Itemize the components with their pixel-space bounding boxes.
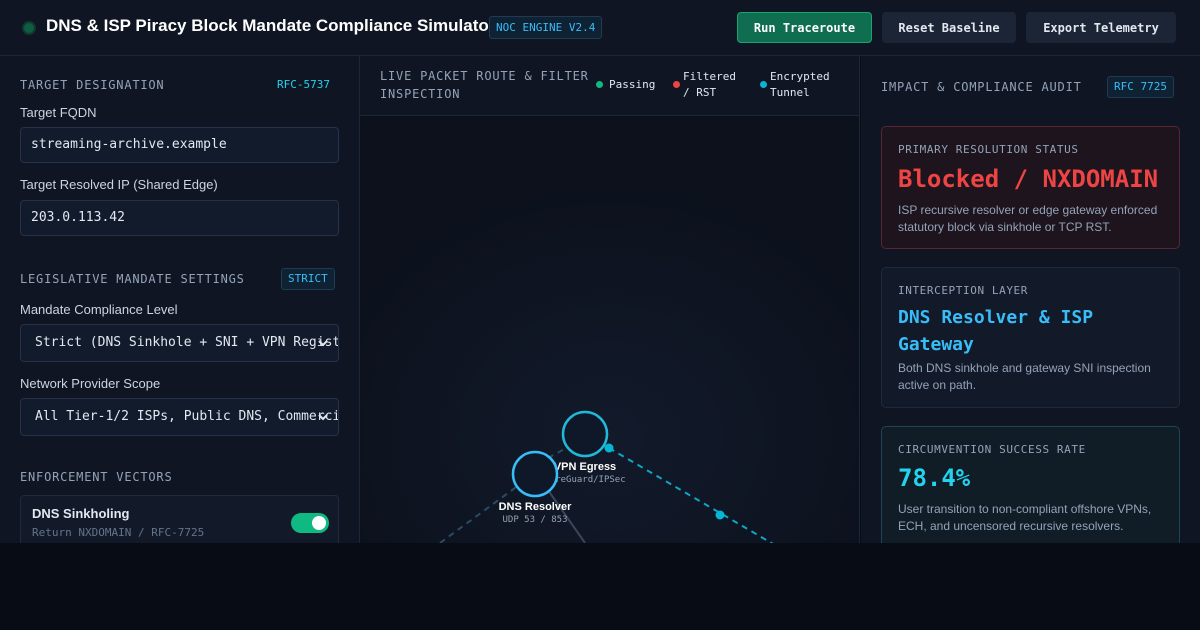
packet-encrypted [604,443,614,453]
enforcement-section-title: ENFORCEMENT VECTORS [20,470,173,484]
legend-encrypted-label: Encrypted [770,70,830,83]
circumvention-value: 78.4% [898,464,971,492]
vpn-egress-node[interactable] [561,410,609,458]
packet-encrypted [715,510,725,520]
chevron-down-icon [318,340,328,347]
legend-encrypted-dot [760,81,767,88]
provider-scope-value: All Tier-1/2 ISPs, Public DNS, Commercia… [35,409,338,424]
interception-card: INTERCEPTION LAYER DNS Resolver & ISP Ga… [881,267,1180,408]
primary-status-card: PRIMARY RESOLUTION STATUS Blocked / NXDO… [881,126,1180,249]
circumvention-desc: User transition to non-compliant offshor… [898,502,1152,533]
run-traceroute-button[interactable]: Run Traceroute [737,12,872,43]
vector-card-dns-sinkholing: DNS Sinkholing Return NXDOMAIN / RFC-772… [20,495,339,543]
target-section-title: TARGET DESIGNATION [20,78,165,92]
compliance-level-label: Mandate Compliance Level [20,302,178,317]
circumvention-title: CIRCUMVENTION SUCCESS RATE [898,443,1086,456]
dns-resolver-sublabel: UDP 53 / 853 [502,515,567,525]
route-header: LIVE PACKET ROUTE & FILTER INSPECTION Pa… [360,56,859,116]
vpn-egress-label: VPN Egress [554,461,616,473]
provider-scope-select[interactable]: All Tier-1/2 ISPs, Public DNS, Commercia… [20,398,339,436]
route-title-line2: INSPECTION [380,87,461,101]
primary-status-desc: ISP recursive resolver or edge gateway e… [898,203,1158,234]
route-title-line1: LIVE PACKET ROUTE & FILTER [380,69,589,83]
legend-passing-label: Passing [609,78,656,91]
legend-filtered-label-2: / RST [683,86,717,99]
fqdn-input[interactable]: streaming-archive.example [20,127,339,163]
version-badge: NOC ENGINE V2.4 [489,16,603,39]
app-title: DNS & ISP Piracy Block Mandate Complianc… [46,16,496,35]
compliance-level-value: Strict (DNS Sinkhole + SNI + VPN Registr… [35,335,339,350]
provider-scope-label: Network Provider Scope [20,376,161,391]
status-indicator [24,23,34,33]
target-section-tag: RFC-5737 [277,78,330,91]
chevron-down-icon [318,414,328,421]
dns-resolver-node[interactable] [511,450,559,498]
route-panel: LIVE PACKET ROUTE & FILTER INSPECTION Pa… [360,56,860,543]
interception-value: DNS Resolver & ISP Gateway [898,307,1094,355]
route-graph: VPN Egress WireGuard/IPSec DNS Resolver … [360,116,859,543]
dns-sinkholing-toggle[interactable] [291,513,329,533]
vector-name: DNS Sinkholing [32,506,130,521]
app-header: DNS & ISP Piracy Block Mandate Complianc… [0,0,1200,56]
ip-label: Target Resolved IP (Shared Edge) [20,177,218,192]
legislative-section-title: LEGISLATIVE MANDATE SETTINGS [20,272,245,286]
interception-title: INTERCEPTION LAYER [898,284,1029,297]
circumvention-card: CIRCUMVENTION SUCCESS RATE 78.4% User tr… [881,426,1180,543]
strict-badge: STRICT [281,268,335,290]
export-telemetry-button[interactable]: Export Telemetry [1026,12,1176,43]
primary-status-title: PRIMARY RESOLUTION STATUS [898,143,1079,156]
legend-filtered-dot [673,81,680,88]
primary-status-value: Blocked / NXDOMAIN [898,165,1159,193]
dns-resolver-label: DNS Resolver [499,501,572,513]
audit-panel: IMPACT & COMPLIANCE AUDIT RFC 7725 PRIMA… [861,56,1200,543]
ip-input[interactable]: 203.0.113.42 [20,200,339,236]
reset-baseline-button[interactable]: Reset Baseline [882,12,1016,43]
legend-filtered-label: Filtered [683,70,736,83]
audit-section-title: IMPACT & COMPLIANCE AUDIT [881,80,1082,94]
vector-desc: Return NXDOMAIN / RFC-7725 [32,526,205,539]
config-panel: TARGET DESIGNATION RFC-5737 Target FQDN … [0,56,360,543]
legend-encrypted-label-2: Tunnel [770,86,810,99]
legend-passing-dot [596,81,603,88]
fqdn-label: Target FQDN [20,105,97,120]
toggle-knob [312,516,326,530]
viewport-bottom [0,543,1200,630]
compliance-level-select[interactable]: Strict (DNS Sinkhole + SNI + VPN Registr… [20,324,339,362]
audit-rfc-badge: RFC 7725 [1107,76,1174,98]
interception-desc: Both DNS sinkhole and gateway SNI inspec… [898,361,1151,392]
